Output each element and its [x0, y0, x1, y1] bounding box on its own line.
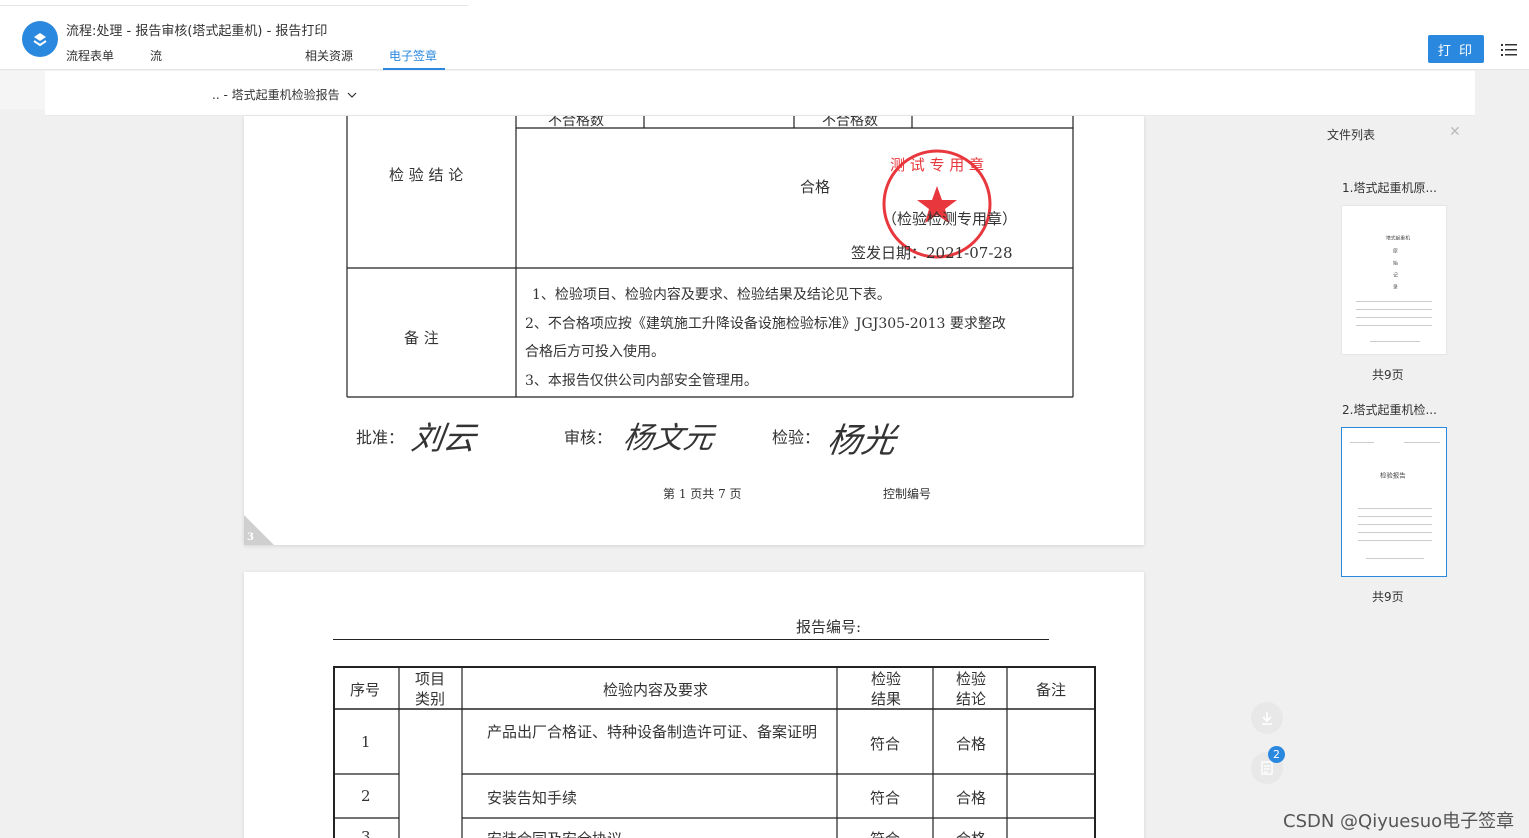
file-item-2-name[interactable]: 2.塔式起重机检... — [1342, 401, 1437, 418]
inspect-label: 检验： — [772, 428, 821, 447]
row-1-result: 符合 — [870, 735, 901, 753]
row-2-conclusion: 合格 — [956, 789, 987, 807]
thumb2-rule — [1404, 442, 1440, 443]
remarks-label: 备 注 — [404, 329, 439, 347]
thumb1-line-5: 录 — [1393, 284, 1398, 291]
row-2-no: 2 — [361, 787, 371, 805]
row-3-result: 符合 — [870, 828, 900, 838]
thumb1-line-2: 原 — [1393, 248, 1398, 255]
close-icon[interactable]: ✕ — [1449, 124, 1461, 140]
active-tab-indicator — [383, 68, 445, 70]
watermark-text: CSDN @Qiyuesuo电子签章 — [1283, 811, 1515, 832]
remark-line-1: 1、检验项目、检验内容及要求、检验结果及结论见下表。 — [532, 287, 891, 303]
document-selector-label: .. - 塔式起重机检验报告 — [212, 88, 340, 102]
scrollbar[interactable] — [1475, 71, 1529, 838]
col-header-conclusion: 检验结论 — [955, 670, 986, 708]
download-button[interactable] — [1251, 702, 1283, 734]
row-1-conclusion: 合格 — [956, 735, 987, 753]
row-1-no: 1 — [361, 733, 371, 751]
row-3-conclusion: 合格 — [956, 828, 986, 838]
col-header-category: 项目类别 — [414, 670, 445, 708]
app-header: 流程:处理 - 报告审核(塔式起重机) - 报告打印 流程表单 流 相关资源 电… — [0, 0, 1529, 70]
thumb2-rule — [1358, 532, 1432, 533]
thumb2-rule — [1350, 442, 1374, 443]
thumb2-rule — [1358, 540, 1432, 541]
document-count-badge: 2 — [1268, 746, 1285, 763]
row-1-content: 产品出厂合格证、特种设备制造许可证、备案证明 — [487, 723, 818, 741]
thumb1-line-1: 塔式起重机 — [1386, 235, 1411, 242]
app-logo-icon — [22, 21, 58, 57]
document-selector[interactable]: .. - 塔式起重机检验报告 — [212, 86, 357, 103]
header-divider — [0, 5, 468, 6]
fail-count-label-2: 不合格数 — [822, 116, 878, 129]
file-item-2-thumbnail[interactable]: 检验报告 — [1341, 427, 1447, 577]
document-page-2: 报告编号: 序号 项目类别 检验内容及要求 检验结果 检验结论 备注 1 产品出… — [244, 572, 1144, 838]
chevron-down-icon — [347, 92, 357, 98]
document-page-1: 不合格数 不合格数 检 验 结 论 合格 测 试 专 用 章 （检验检测专用章）… — [244, 116, 1144, 545]
file-item-1-name[interactable]: 1.塔式起重机原... — [1342, 179, 1437, 196]
review-signature: 杨文元 — [621, 421, 716, 456]
issue-date: 签发日期：2021-07-28 — [851, 244, 1013, 262]
remark-line-3: 合格后方可投入使用。 — [525, 344, 665, 360]
page-info: 第 1 页共 7 页 — [663, 487, 742, 501]
page-number-badge: 3 — [247, 532, 254, 543]
col-header-remarks: 备注 — [1036, 681, 1067, 699]
thumb2-title: 检验报告 — [1380, 471, 1406, 479]
row-2-result: 符合 — [870, 789, 901, 807]
tab-e-signature[interactable]: 电子签章 — [389, 47, 437, 64]
remark-line-4: 3、本报告仅供公司内部安全管理用。 — [525, 373, 758, 389]
docbar-spacer — [0, 71, 45, 109]
conclusion-value: 合格 — [800, 178, 831, 196]
tab-process[interactable]: 流 — [150, 47, 162, 64]
thumb1-rule — [1356, 317, 1432, 318]
thumb1-rule — [1356, 309, 1432, 310]
control-number: 控制编号 — [883, 487, 932, 501]
file-item-1-pages: 共9页 — [1372, 368, 1404, 382]
fail-count-label-1: 不合格数 — [548, 116, 604, 129]
inspect-signature: 杨光 — [824, 421, 899, 461]
tab-process-form[interactable]: 流程表单 — [66, 47, 114, 64]
thumb2-rule — [1358, 508, 1432, 509]
file-item-2-pages: 共9页 — [1372, 590, 1404, 604]
thumb1-line-4: 记 — [1393, 272, 1398, 279]
row-3-content: 安装合同及安全协议 — [487, 828, 622, 838]
approve-signature: 刘云 — [409, 419, 479, 457]
thumb2-rule — [1366, 558, 1424, 559]
row-2-content: 安装告知手续 — [487, 789, 578, 807]
col-header-result: 检验结果 — [870, 670, 901, 708]
download-icon — [1262, 712, 1272, 725]
thumb1-rule — [1356, 301, 1432, 302]
review-label: 审核： — [564, 428, 613, 447]
remark-line-2: 2、不合格项应按《建筑施工升降设备设施检验标准》JGJ305-2013 要求整改 — [525, 316, 1006, 332]
row-3-no: 3 — [361, 828, 371, 838]
file-list-title: 文件列表 — [1327, 128, 1376, 142]
col-header-no: 序号 — [350, 681, 381, 699]
print-button[interactable]: 打 印 — [1428, 35, 1484, 63]
thumb1-line-3: 始 — [1393, 260, 1398, 267]
thumb1-rule — [1356, 325, 1432, 326]
inspection-items-grid — [333, 666, 1096, 838]
conclusion-label: 检 验 结 论 — [389, 166, 464, 184]
seal-caption: （检验检测专用章） — [882, 210, 1018, 228]
page-title: 流程:处理 - 报告审核(塔式起重机) - 报告打印 — [66, 24, 328, 39]
seal-text: 测 试 专 用 章 — [890, 156, 984, 174]
tab-related-resources[interactable]: 相关资源 — [305, 47, 353, 64]
list-menu-icon[interactable] — [1501, 42, 1517, 61]
col-header-content: 检验内容及要求 — [603, 681, 709, 699]
file-item-1-thumbnail[interactable]: 塔式起重机 原 始 记 录 — [1341, 205, 1447, 355]
thumb2-rule — [1358, 516, 1432, 517]
thumb2-rule — [1358, 524, 1432, 525]
approve-label: 批准： — [356, 428, 405, 447]
thumb1-rule — [1370, 341, 1420, 342]
